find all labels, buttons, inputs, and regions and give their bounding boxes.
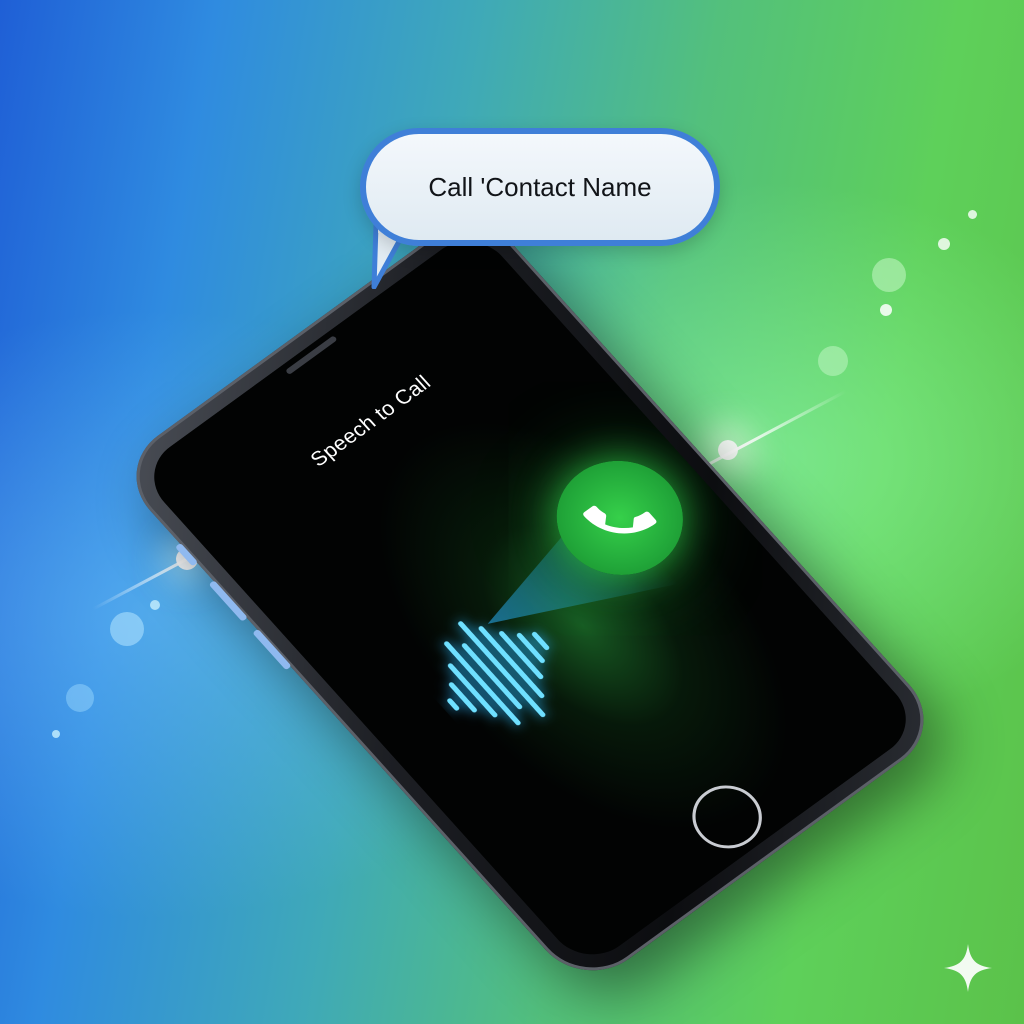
- bokeh-light: [110, 612, 144, 646]
- bokeh-light: [872, 258, 906, 292]
- phone-handset-icon: [583, 505, 657, 534]
- sparkle-icon: [944, 944, 992, 992]
- bokeh-light: [52, 730, 60, 738]
- bokeh-light: [66, 684, 94, 712]
- scene: Speech to Call Call 'Contact Name: [0, 0, 1024, 1024]
- bokeh-light: [968, 210, 977, 219]
- smartphone: Speech to Call: [112, 204, 948, 992]
- bokeh-light: [938, 238, 950, 250]
- bokeh-light: [880, 304, 892, 316]
- screen-title: Speech to Call: [306, 371, 436, 472]
- speech-bubble: Call 'Contact Name: [360, 128, 720, 246]
- phone-screen: Speech to Call: [136, 225, 924, 971]
- bokeh-light: [150, 600, 160, 610]
- bokeh-light: [818, 346, 848, 376]
- speech-bubble-text: Call 'Contact Name: [428, 172, 652, 202]
